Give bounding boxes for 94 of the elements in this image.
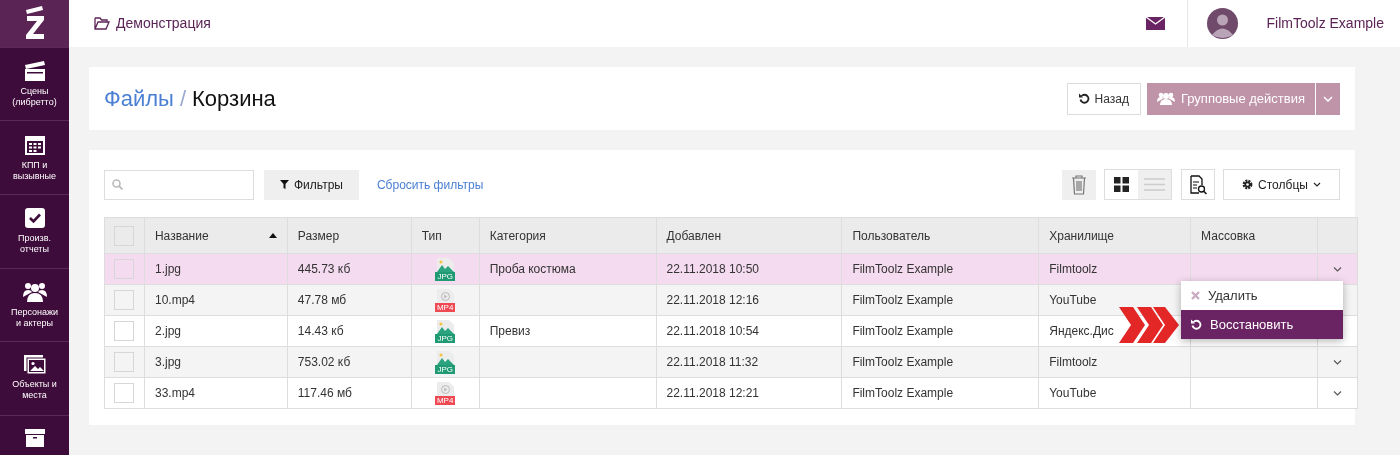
logo-icon[interactable] — [23, 6, 46, 41]
page-title: Корзина — [192, 85, 276, 113]
sidebar-item[interactable]: Произв. отчеты — [0, 194, 69, 268]
checkbox[interactable] — [114, 352, 135, 372]
table-cell: 117.46 мб — [297, 386, 352, 400]
checkbox[interactable] — [114, 290, 135, 310]
table-cell: Filmtoolz — [1049, 355, 1098, 369]
checkbox[interactable] — [114, 383, 135, 403]
list-icon — [1144, 178, 1165, 191]
caret-icon — [1323, 95, 1333, 102]
table-cell: 753.02 кб — [297, 355, 351, 369]
table-cell: 33.mp4 — [154, 386, 195, 400]
file-type-label: JPG — [435, 333, 456, 343]
column-header[interactable]: Название — [154, 226, 209, 245]
video-file-icon — [436, 381, 454, 396]
checkbox[interactable] — [114, 259, 135, 279]
chevron-down-icon[interactable] — [1333, 360, 1342, 366]
table-cell: Превиз — [489, 324, 531, 338]
reset-filters-link[interactable]: Сбросить фильтры — [376, 175, 484, 194]
trash-icon — [1071, 174, 1087, 195]
mail-icon[interactable] — [1145, 17, 1165, 30]
clapperboard-icon — [23, 60, 46, 81]
table-cell: FilmToolz Example — [852, 386, 954, 400]
table-cell: Яндекс.Дис — [1049, 324, 1114, 338]
gear-icon — [1242, 179, 1254, 190]
checkbox-icon — [24, 208, 45, 229]
table-cell: 1.jpg — [154, 262, 181, 276]
chevron-down-icon[interactable] — [1333, 267, 1342, 273]
column-header[interactable]: Категория — [489, 226, 546, 245]
arrow-drawing — [1119, 307, 1179, 343]
table-cell: 22.11.2018 12:16 — [666, 293, 760, 307]
table-cell: 3.jpg — [154, 355, 181, 369]
document-search-icon — [1189, 174, 1207, 195]
checkbox[interactable] — [114, 321, 135, 341]
sort-icon — [268, 233, 277, 238]
undo-icon — [1191, 319, 1202, 330]
column-header[interactable]: Тип — [421, 226, 442, 245]
file-type-label: JPG — [435, 364, 456, 374]
project-name[interactable]: Демонстрация — [116, 13, 211, 34]
menu-item[interactable]: Восстановить — [1181, 310, 1343, 339]
table-cell: YouTube — [1049, 386, 1097, 400]
filter-icon — [280, 180, 289, 189]
search-icon — [112, 179, 123, 190]
table-cell: YouTube — [1049, 293, 1097, 307]
table-cell: FilmToolz Example — [852, 262, 954, 276]
table-cell: 22.11.2018 10:54 — [666, 324, 760, 338]
table-cell: FilmToolz Example — [852, 293, 954, 307]
calendar-icon — [24, 134, 45, 156]
image-icon — [23, 355, 46, 375]
breadcrumb-link[interactable]: Файлы — [104, 82, 174, 115]
table-cell: Проба костюма — [489, 262, 576, 276]
filters-button[interactable]: Фильтры — [264, 169, 359, 200]
video-file-icon — [436, 288, 454, 303]
file-type-label: MP4 — [435, 302, 456, 312]
folder-icon — [94, 17, 110, 30]
close-icon — [1191, 291, 1200, 300]
table-cell: FilmToolz Example — [852, 355, 954, 369]
caret-icon — [1312, 182, 1321, 187]
undo-icon — [1078, 93, 1090, 104]
file-type-label: MP4 — [435, 395, 456, 405]
table-cell: 47.78 мб — [297, 293, 347, 307]
table-cell: 22.11.2018 12:21 — [666, 386, 760, 400]
menu-item[interactable]: Удалить — [1181, 281, 1343, 310]
user-name[interactable]: FilmToolz Example — [1266, 13, 1384, 34]
columns-button[interactable]: Столбцы — [1223, 169, 1340, 200]
sidebar-item[interactable]: Персонажи и актеры — [0, 267, 69, 342]
table-cell: 445.73 кб — [297, 262, 351, 276]
column-header[interactable]: Размер — [297, 226, 340, 245]
column-header[interactable]: Добавлен — [666, 226, 722, 245]
avatar-icon[interactable] — [1206, 8, 1238, 39]
archive-icon — [24, 429, 45, 448]
sidebar-item[interactable]: Объекты и места — [0, 341, 69, 416]
grid-icon — [1114, 177, 1129, 192]
image-file-icon — [436, 350, 454, 365]
sidebar-item[interactable]: Сцены (либретто) — [0, 46, 69, 121]
table-cell: Filmtoolz — [1049, 262, 1098, 276]
table-cell: 22.11.2018 11:32 — [666, 355, 759, 369]
sidebar-item[interactable]: КПП и вызывные — [0, 120, 69, 195]
table-cell: 22.11.2018 10:50 — [666, 262, 760, 276]
people-icon — [22, 281, 47, 302]
trash-button[interactable] — [1062, 169, 1096, 200]
breadcrumb-separator: / — [179, 85, 187, 113]
table-cell: FilmToolz Example — [852, 324, 954, 338]
table-cell: 10.mp4 — [154, 293, 195, 307]
back-button[interactable]: Назад — [1066, 82, 1141, 115]
image-file-icon — [436, 319, 454, 334]
image-file-icon — [436, 257, 454, 272]
preview-button[interactable] — [1181, 169, 1215, 200]
table-cell: 2.jpg — [154, 324, 181, 338]
chevron-down-icon[interactable] — [1333, 391, 1342, 397]
people-icon — [1156, 92, 1175, 105]
search-field[interactable] — [104, 169, 254, 200]
file-type-label: JPG — [435, 271, 456, 281]
table-cell: 14.43 кб — [297, 324, 344, 338]
